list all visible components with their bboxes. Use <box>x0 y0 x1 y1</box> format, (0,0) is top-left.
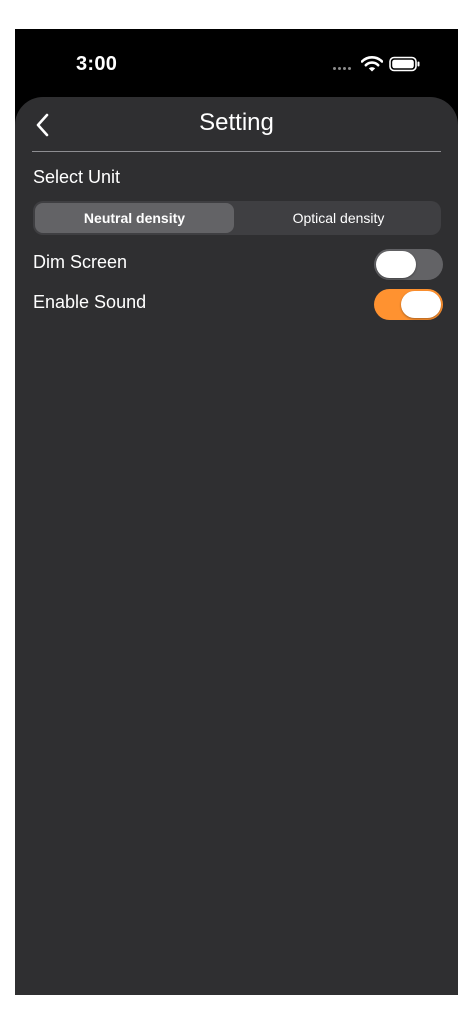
dim-screen-label: Dim Screen <box>33 252 128 272</box>
page-title: Setting <box>199 109 274 136</box>
dim-screen-toggle[interactable] <box>374 249 443 280</box>
segment-neutral-density[interactable]: Neutral density <box>35 203 234 233</box>
status-time: 3:00 <box>76 53 118 75</box>
wifi-icon <box>361 56 383 72</box>
header-divider <box>32 151 441 152</box>
navigation-bar: Setting <box>15 97 458 152</box>
toggle-knob <box>401 291 441 318</box>
select-unit-label: Select Unit <box>33 167 121 187</box>
settings-sheet: Setting Select Unit Neutral density Opti… <box>15 97 458 995</box>
segment-optical-density[interactable]: Optical density <box>238 203 439 233</box>
unit-segmented-control: Neutral density Optical density <box>33 201 441 235</box>
status-bar: 3:00 <box>15 29 458 97</box>
enable-sound-toggle[interactable] <box>374 289 443 320</box>
device-screen: 3:00 Setting Select Unit Neutral density… <box>15 29 458 995</box>
signal-dots-icon <box>333 67 351 70</box>
toggle-knob <box>376 251 416 278</box>
enable-sound-label: Enable Sound <box>33 292 147 312</box>
battery-icon <box>389 56 420 72</box>
